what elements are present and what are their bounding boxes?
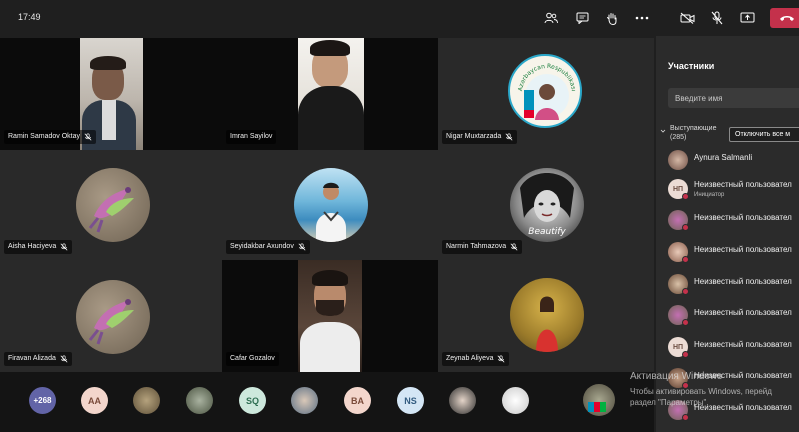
- windows-activation-text: раздел "Параметры".: [630, 398, 709, 407]
- participant-list-item[interactable]: НП Неизвестный пользовател Инициатор: [668, 177, 799, 201]
- mic-off-icon: [510, 243, 518, 251]
- beautify-text: Beautify: [528, 227, 566, 237]
- mute-all-button[interactable]: Отключить все м: [729, 127, 799, 142]
- participant-strip: +268 AA SQ BA NS: [0, 372, 654, 432]
- share-icon: [740, 12, 754, 23]
- participant-name-label: Firavan Alizada: [4, 352, 72, 366]
- chat-button[interactable]: [573, 9, 591, 27]
- participant-role: Инициатор: [694, 192, 725, 198]
- participant-avatar: Beautify: [510, 168, 584, 242]
- more-icon: [635, 16, 649, 20]
- status-badge: [682, 319, 689, 326]
- participant-avatar: [76, 168, 150, 242]
- participant-list-item[interactable]: Неизвестный пользовател: [668, 240, 799, 264]
- mic-off-icon: [60, 243, 68, 251]
- participant-avatar[interactable]: AA: [81, 387, 108, 414]
- status-badge: [682, 414, 689, 421]
- participant-list-item[interactable]: НП Неизвестный пользовател: [668, 335, 799, 359]
- participant-name-label: Aisha Haciyeva: [4, 240, 73, 254]
- raise-hand-button[interactable]: [603, 9, 621, 27]
- participant-list-item[interactable]: Неизвестный пользовател: [668, 208, 799, 232]
- participant-name-label: Seyidakbar Axundov: [226, 240, 310, 254]
- meeting-timer: 17:49: [18, 12, 41, 22]
- status-badge: [682, 256, 689, 263]
- participant-name-label: Imran Sayilov: [226, 130, 277, 144]
- status-badge: [682, 288, 689, 295]
- participants-button[interactable]: [542, 9, 560, 27]
- video-tile[interactable]: Cafar Gozalov: [222, 260, 438, 372]
- video-tile[interactable]: Beautify Narmin Tahmazova: [438, 150, 654, 260]
- windows-activation-text: Чтобы активировать Windows, перейд: [630, 387, 772, 396]
- section-count: (285): [670, 134, 687, 141]
- participant-avatar[interactable]: BA: [344, 387, 371, 414]
- participant-list-item[interactable]: Aynura Salmanli: [668, 148, 799, 172]
- status-badge: [682, 351, 689, 358]
- video-tile[interactable]: Ramin Samadov Oktay: [0, 38, 222, 150]
- panel-title: Участники: [668, 61, 715, 71]
- people-icon: [544, 12, 558, 24]
- participant-avatar[interactable]: [449, 387, 476, 414]
- video-tile[interactable]: Firavan Alizada: [0, 260, 222, 372]
- participant-avatar[interactable]: NS: [397, 387, 424, 414]
- participant-avatar: [76, 280, 150, 354]
- participant-name-label: Nigar Muxtarzada: [442, 130, 518, 144]
- mic-toggle-button[interactable]: [708, 9, 726, 27]
- camera-feed: [298, 38, 364, 150]
- participant-avatar[interactable]: [186, 387, 213, 414]
- windows-activation-title: Активация Windows: [630, 371, 723, 382]
- participant-list-item[interactable]: Неизвестный пользовател: [668, 303, 799, 327]
- search-participants-input[interactable]: [668, 88, 799, 108]
- video-grid: Ramin Samadov Oktay Imran Sayilov Azərba…: [0, 38, 654, 372]
- presenters-section-toggle[interactable]: Выступающие (285): [660, 124, 716, 142]
- mic-off-icon: [298, 243, 306, 251]
- participant-avatar[interactable]: [291, 387, 318, 414]
- participant-avatar[interactable]: [133, 387, 160, 414]
- mic-off-icon: [498, 355, 505, 363]
- self-preview-avatar[interactable]: [583, 384, 615, 416]
- mic-off-icon: [84, 133, 92, 141]
- participant-list-item[interactable]: Неизвестный пользовател: [668, 272, 799, 296]
- video-tile[interactable]: Seyidakbar Axundov: [222, 150, 438, 260]
- participant-avatar[interactable]: SQ: [239, 387, 266, 414]
- phone-icon: [780, 16, 794, 21]
- video-tile[interactable]: Azərbaycan Respublikası Nigar Muxtarzada: [438, 38, 654, 150]
- more-actions-button[interactable]: [633, 9, 651, 27]
- mic-off-icon: [60, 355, 68, 363]
- camera-off-icon: [680, 12, 694, 24]
- mic-off-icon: [711, 11, 723, 25]
- participant-name-label: Ramin Samadov Oktay: [4, 130, 96, 144]
- hand-icon: [607, 12, 617, 25]
- camera-toggle-button[interactable]: [678, 9, 696, 27]
- more-participants-button[interactable]: +268: [29, 387, 56, 414]
- participant-avatar[interactable]: [502, 387, 529, 414]
- mic-off-icon: [505, 133, 513, 141]
- participant-avatar: [668, 150, 688, 170]
- participant-avatar: [294, 168, 368, 242]
- camera-feed: [298, 260, 362, 372]
- video-tile[interactable]: Imran Sayilov: [222, 38, 438, 150]
- status-badge: [682, 193, 689, 200]
- section-label: Выступающие: [670, 125, 717, 132]
- share-screen-button[interactable]: [738, 9, 756, 27]
- hang-up-button[interactable]: [770, 8, 799, 28]
- chat-icon: [576, 12, 588, 24]
- participant-name-label: Narmin Tahmazova: [442, 240, 523, 254]
- participant-name-label: Zeynab Aliyeva: [442, 352, 510, 366]
- video-tile[interactable]: Zeynab Aliyeva: [438, 260, 654, 372]
- chevron-down-icon: [660, 129, 666, 133]
- meeting-toolbar: 17:49: [0, 0, 799, 36]
- participant-avatar: Azərbaycan Respublikası: [508, 54, 582, 128]
- participant-name-label: Cafar Gozalov: [226, 352, 279, 366]
- participant-avatar: [510, 278, 584, 352]
- video-tile[interactable]: Aisha Haciyeva: [0, 150, 222, 260]
- status-badge: [682, 224, 689, 231]
